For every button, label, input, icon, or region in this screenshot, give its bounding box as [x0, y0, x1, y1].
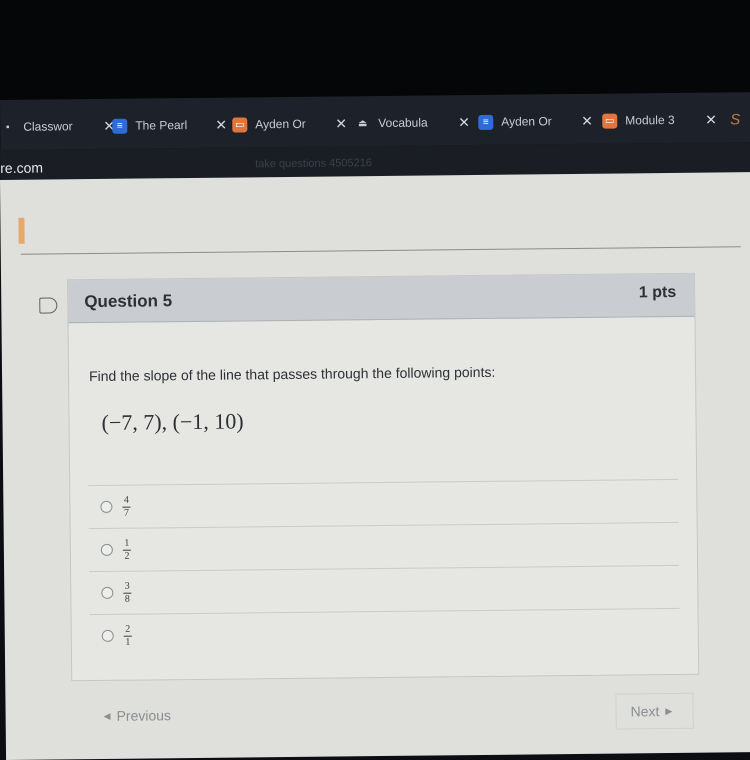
- url-domain: re.com: [0, 159, 44, 176]
- chevron-right-icon: ▶: [665, 705, 673, 716]
- next-label: Next: [630, 703, 660, 720]
- previous-button[interactable]: ◀ Previous: [97, 698, 172, 733]
- radio-button[interactable]: [101, 586, 114, 599]
- answer-option[interactable]: 4 7: [88, 478, 679, 529]
- tab-the-pearl[interactable]: ≡ The Pearl ✕: [112, 114, 227, 137]
- question-header: Question 5 1 pts: [68, 273, 695, 324]
- denominator: 2: [124, 550, 130, 562]
- numerator: 4: [123, 494, 129, 506]
- tab-label: The Pearl: [135, 118, 188, 133]
- numerator: 2: [125, 623, 131, 635]
- tab-label: Ayden Or: [255, 116, 306, 132]
- classroom-icon: ▪: [5, 121, 10, 133]
- denominator: 7: [123, 507, 130, 519]
- answer-fraction: 1 2: [122, 537, 131, 562]
- question-points: 1 pts: [638, 283, 677, 302]
- slides-icon: ▭: [602, 113, 618, 129]
- radio-button[interactable]: [100, 543, 113, 556]
- denominator: 1: [125, 636, 131, 648]
- close-icon[interactable]: ✕: [458, 114, 470, 131]
- answer-fraction: 3 8: [123, 580, 132, 605]
- docs-icon: ≡: [112, 118, 128, 134]
- close-icon[interactable]: ✕: [335, 115, 347, 132]
- close-icon[interactable]: ✕: [581, 112, 593, 129]
- quiz-page: Question 5 1 pts Find the slope of the l…: [0, 172, 750, 760]
- screen-bezel: [0, 0, 750, 100]
- tab-extra[interactable]: S: [730, 108, 740, 130]
- browser-tab-bar: ▪ Classwor ✕ ≡ The Pearl ✕ ▭ Ayden Or ✕ …: [0, 92, 750, 150]
- tab-label: Module 3: [625, 112, 675, 128]
- question-title: Question 5: [84, 291, 173, 312]
- person-icon: ⏏: [357, 117, 368, 129]
- tab-vocabulary[interactable]: ⏏ Vocabula ✕: [355, 111, 470, 134]
- slides-icon: ▭: [232, 116, 248, 133]
- answer-option[interactable]: 3 8: [89, 564, 680, 615]
- radio-button[interactable]: [100, 500, 113, 513]
- tab-ayden-doc[interactable]: ≡ Ayden Or ✕: [478, 110, 593, 133]
- answer-option[interactable]: 1 2: [88, 521, 680, 572]
- url-path: take questions 4505216: [255, 157, 373, 171]
- answer-fraction: 4 7: [122, 494, 131, 519]
- flag-question-icon[interactable]: [39, 297, 58, 314]
- close-icon[interactable]: ✕: [705, 111, 717, 128]
- tab-classwork[interactable]: ▪ Classwor ✕: [0, 115, 115, 138]
- question-points-expression: (−7, 7), (−1, 10): [101, 408, 244, 435]
- accent-bar: [18, 217, 25, 244]
- close-icon[interactable]: ✕: [215, 116, 227, 133]
- previous-label: Previous: [116, 707, 172, 724]
- tab-label: Vocabula: [378, 115, 428, 131]
- denominator: 8: [124, 593, 130, 605]
- divider: [20, 246, 741, 255]
- chevron-left-icon: ◀: [103, 710, 111, 721]
- numerator: 3: [124, 580, 130, 592]
- s-logo-icon: S: [730, 110, 741, 128]
- answer-fraction: 2 1: [123, 623, 132, 648]
- radio-button[interactable]: [101, 629, 114, 642]
- tab-ayden-slides[interactable]: ▭ Ayden Or ✕: [232, 112, 347, 135]
- answer-list: 4 7 1 2 3 8 2 1: [88, 478, 680, 658]
- docs-icon: ≡: [478, 114, 494, 130]
- numerator: 1: [124, 537, 130, 549]
- question-prompt: Find the slope of the line that passes t…: [88, 363, 496, 385]
- next-button[interactable]: Next ▶: [615, 692, 694, 730]
- tab-label: Classwor: [23, 119, 73, 134]
- question-card: Question 5 1 pts Find the slope of the l…: [67, 272, 700, 682]
- tab-module-3[interactable]: ▭ Module 3 ✕: [602, 108, 717, 131]
- tab-label: Ayden Or: [501, 114, 552, 129]
- answer-option[interactable]: 2 1: [89, 607, 680, 658]
